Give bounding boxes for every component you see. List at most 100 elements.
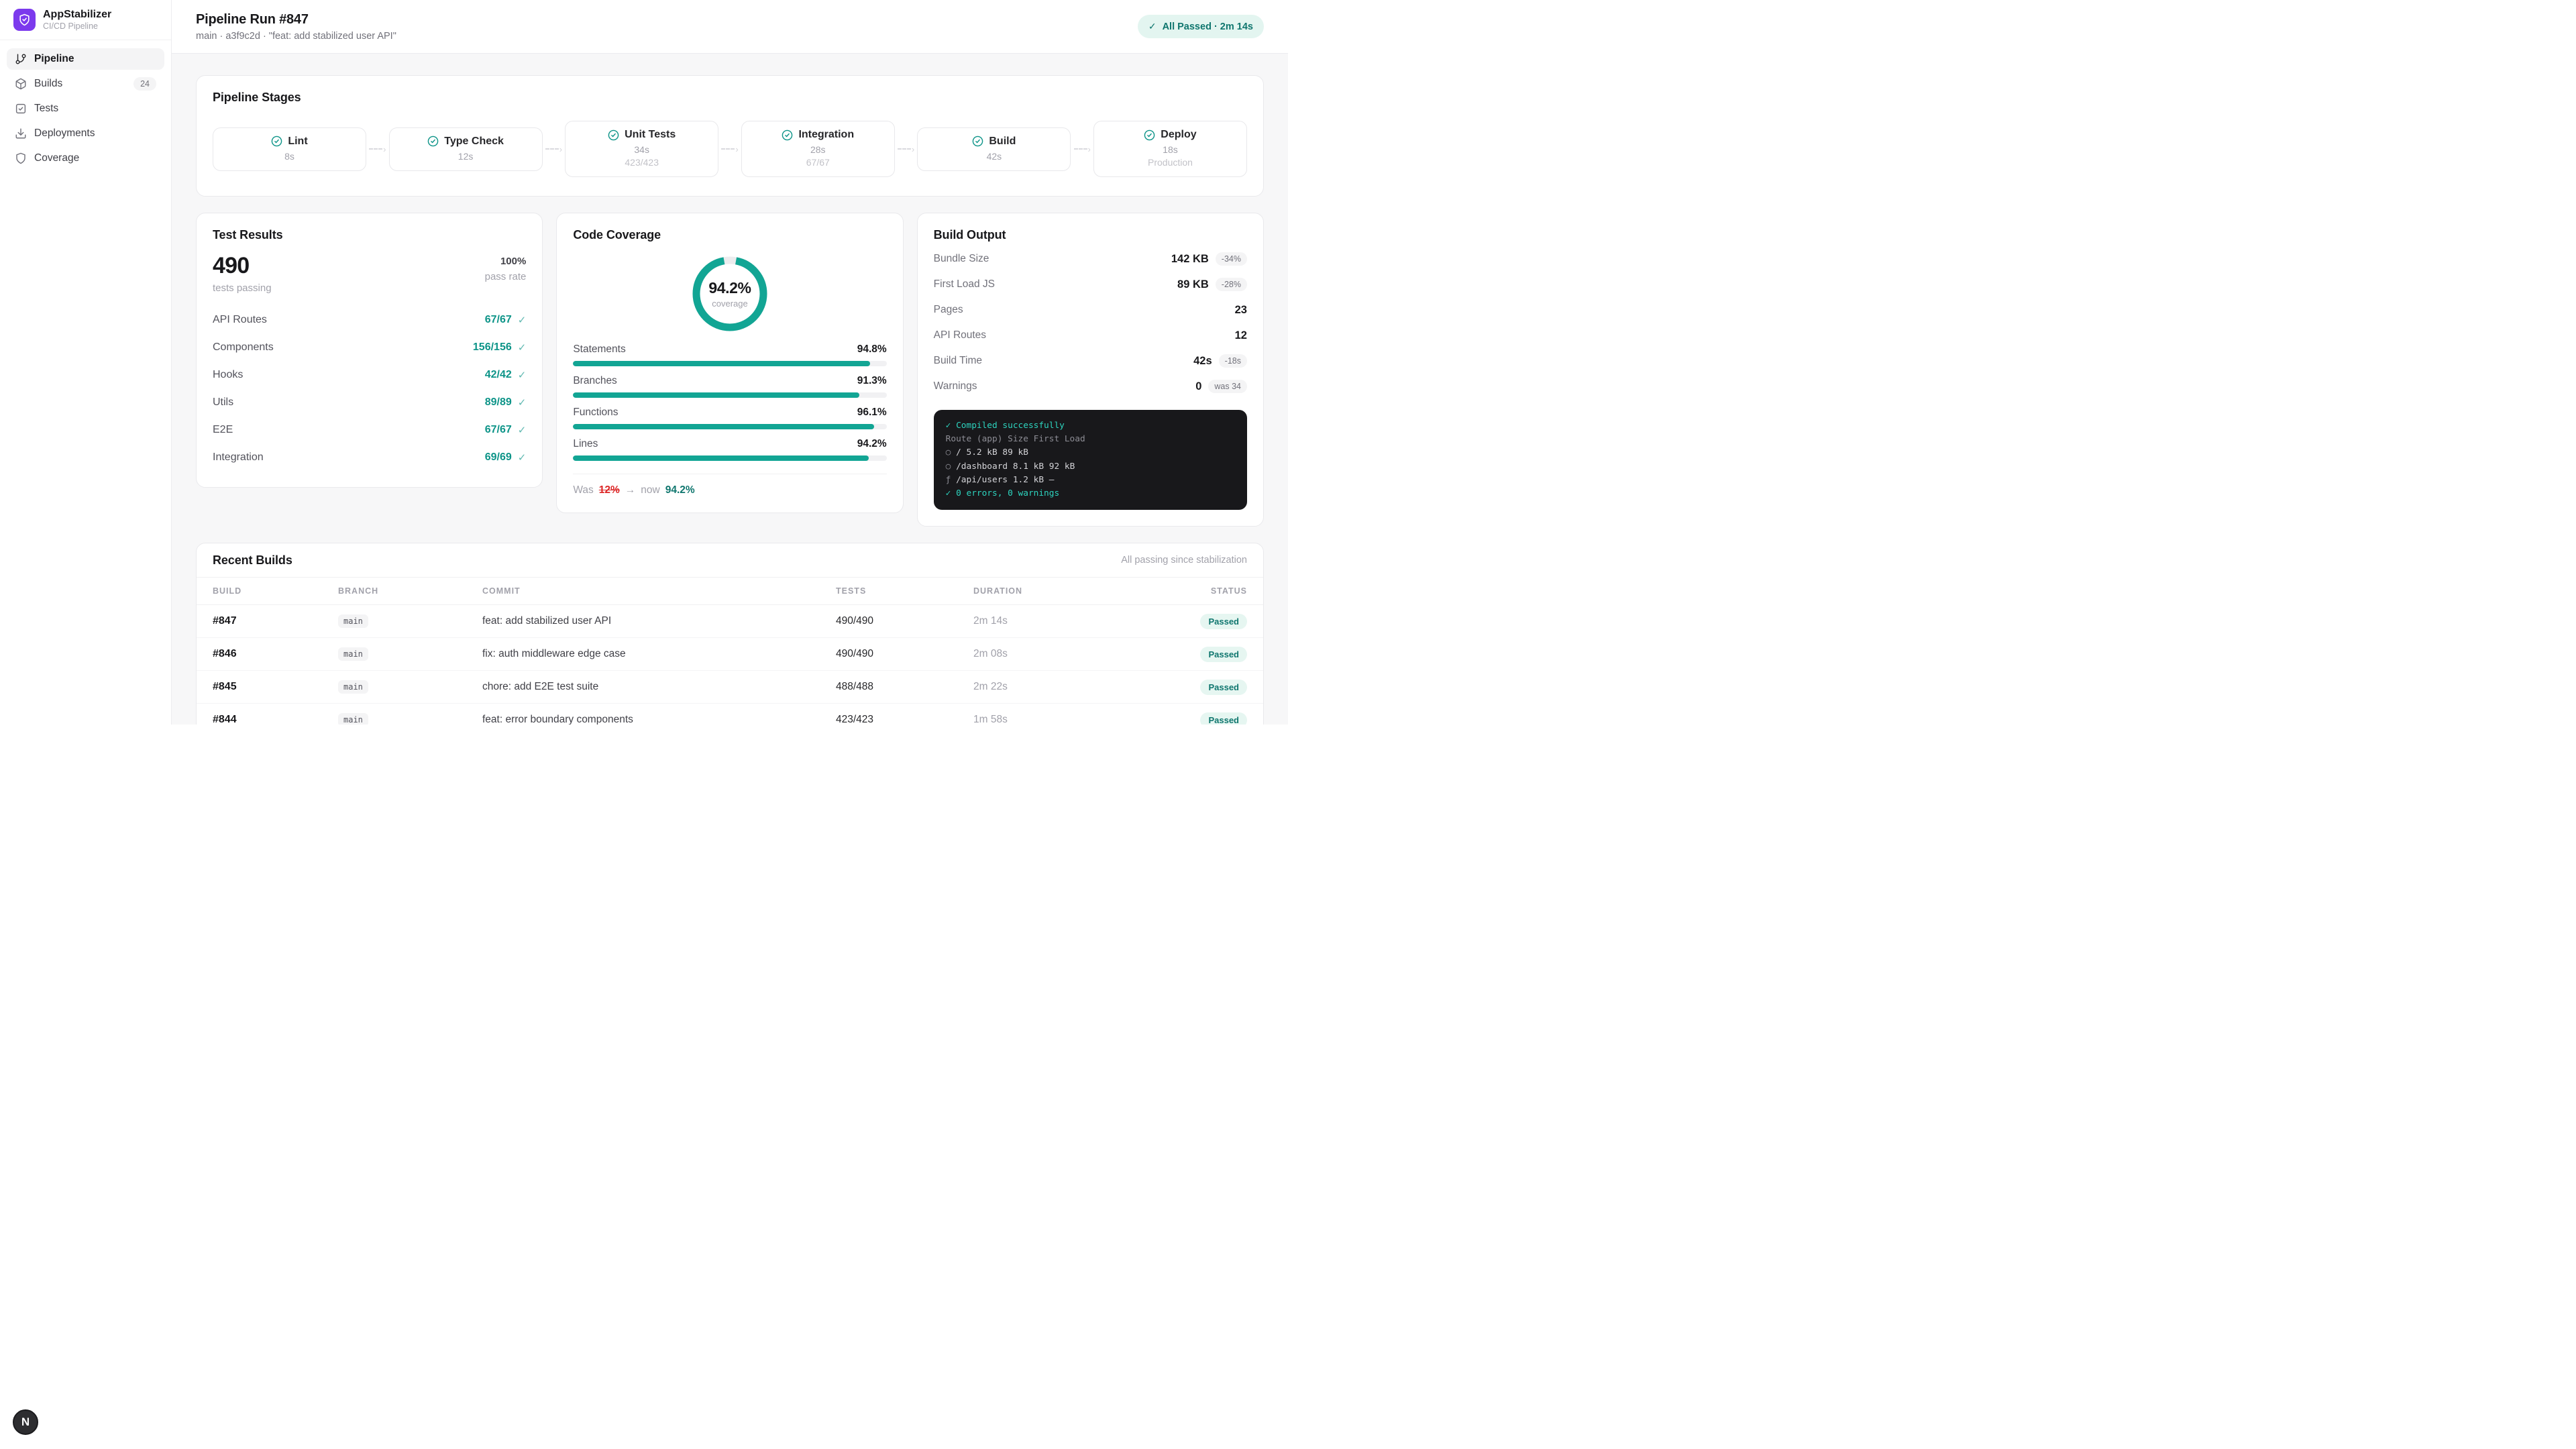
build-metric-value: 23 — [1235, 304, 1247, 317]
status-passed-badge: Passed — [1200, 712, 1247, 724]
tests-count: 490/490 — [836, 615, 973, 627]
framework-n-logo-button[interactable]: N — [13, 1409, 38, 1435]
coverage-trend: Was 12% → now 94.2% — [573, 474, 886, 496]
check-circle-icon — [782, 129, 793, 141]
arrow-right-icon: → — [625, 484, 636, 496]
stage-name: Integration — [798, 129, 854, 141]
coverage-bar-label: Branches — [573, 375, 616, 387]
coverage-bar-fill — [573, 424, 874, 429]
tests-count: 490/490 — [836, 648, 973, 660]
check-icon: ✓ — [518, 396, 527, 409]
coverage-bar-fill — [573, 392, 859, 398]
coverage-bar-label: Functions — [573, 407, 618, 419]
coverage-center-label: coverage — [712, 299, 747, 309]
build-duration: 2m 14s — [973, 615, 1155, 627]
col-commit: COMMIT — [482, 586, 836, 596]
check-icon: ✓ — [1148, 21, 1157, 32]
sidebar-item-pipeline[interactable]: Pipeline — [7, 48, 164, 70]
build-output-row: API Routes 12 — [934, 323, 1247, 348]
test-suite-value: 156/156 — [473, 341, 512, 354]
pipeline-stage-card[interactable]: Unit Tests 34s 423/423 — [565, 121, 718, 177]
build-id: #846 — [213, 648, 338, 660]
test-suite-label: Components — [213, 341, 274, 354]
terminal-line: ○ /dashboard 8.1 kB 92 kB — [946, 460, 1235, 474]
terminal-line-text: / 5.2 kB 89 kB — [956, 447, 1028, 458]
pipeline-stage-card[interactable]: Integration 28s 67/67 — [741, 121, 895, 177]
was-label: Was — [573, 484, 593, 496]
build-metric-badge: was 34 — [1208, 380, 1247, 393]
code-coverage-card: Code Coverage 94.2% coverage S — [556, 213, 903, 513]
download-icon — [15, 127, 27, 140]
stage-connector: › — [366, 145, 389, 154]
sidebar-item-tests[interactable]: Tests — [7, 98, 164, 119]
pipeline-stage-card[interactable]: Lint 8s — [213, 127, 366, 171]
build-output-title: Build Output — [934, 228, 1247, 242]
sidebar-item-builds[interactable]: Builds 24 — [7, 73, 164, 95]
pipeline-stages-title: Pipeline Stages — [213, 91, 1247, 105]
was-value: 12% — [599, 484, 620, 496]
stage-detail: 67/67 — [806, 157, 830, 168]
page-title: Pipeline Run #847 — [196, 12, 396, 28]
build-output-row: Bundle Size 142 KB -34% — [934, 246, 1247, 272]
test-suite-label: Integration — [213, 451, 264, 464]
table-row[interactable]: #846 main fix: auth middleware edge case… — [197, 638, 1263, 671]
check-circle-icon — [608, 129, 619, 141]
sidebar-item-label: Deployments — [34, 127, 95, 140]
pass-rate-value: 100% — [485, 256, 527, 267]
content: Pipeline Stages Lint 8s › Type Check 12s — [172, 54, 1288, 724]
pipeline-stage-card[interactable]: Build 42s — [917, 127, 1071, 171]
build-id: #847 — [213, 615, 338, 627]
sidebar-item-label: Coverage — [34, 152, 79, 164]
table-row[interactable]: #845 main chore: add E2E test suite 488/… — [197, 671, 1263, 704]
stage-name: Deploy — [1161, 129, 1196, 141]
stage-duration: 18s — [1163, 144, 1178, 155]
sidebar-item-deployments[interactable]: Deployments — [7, 123, 164, 144]
stage-duration: 34s — [634, 144, 649, 155]
status-passed-badge: Passed — [1200, 647, 1247, 662]
recent-builds-title: Recent Builds — [213, 553, 292, 568]
table-row[interactable]: #847 main feat: add stabilized user API … — [197, 605, 1263, 638]
check-icon: ✓ — [518, 451, 527, 464]
pipeline-stage-card[interactable]: Deploy 18s Production — [1093, 121, 1247, 177]
commit-message: chore: add E2E test suite — [482, 681, 836, 693]
coverage-bar-track — [573, 392, 886, 398]
pipeline-stage-card[interactable]: Type Check 12s — [389, 127, 543, 171]
app-brand: AppStabilizer CI/CD Pipeline — [0, 0, 171, 40]
stage-duration: 12s — [458, 151, 474, 162]
col-tests: TESTS — [836, 586, 973, 596]
status-badge-label: All Passed · 2m 14s — [1163, 21, 1253, 32]
coverage-bar-track — [573, 424, 886, 429]
check-icon: ✓ — [518, 424, 527, 436]
test-suite-value: 42/42 — [485, 369, 512, 381]
build-output-row: Pages 23 — [934, 297, 1247, 323]
coverage-bar-row: Statements 94.8% — [573, 343, 886, 366]
commit-message: fix: auth middleware edge case — [482, 648, 836, 660]
stage-name: Build — [989, 136, 1016, 148]
build-id: #845 — [213, 681, 338, 693]
build-metric-value: 0 — [1195, 380, 1201, 393]
package-icon — [15, 78, 27, 90]
stage-name: Type Check — [444, 136, 504, 148]
topbar: Pipeline Run #847 main · a3f9c2d · "feat… — [172, 0, 1288, 54]
test-results-list: API Routes 67/67✓ Components 156/156✓ Ho… — [213, 306, 526, 471]
builds-table-body: #847 main feat: add stabilized user API … — [197, 605, 1263, 724]
build-metric-badge: -34% — [1216, 252, 1247, 266]
terminal-line-text: Route (app) Size First Load — [946, 434, 1085, 444]
git-branch-icon — [15, 53, 27, 65]
branch-pill: main — [338, 614, 368, 628]
table-row[interactable]: #844 main feat: error boundary component… — [197, 704, 1263, 724]
coverage-bar-value: 94.8% — [857, 343, 887, 356]
col-status: STATUS — [1155, 586, 1247, 596]
sidebar-item-coverage[interactable]: Coverage — [7, 148, 164, 169]
coverage-bar-value: 94.2% — [857, 438, 887, 450]
test-suite-value: 69/69 — [485, 451, 512, 464]
main-area: Pipeline Run #847 main · a3f9c2d · "feat… — [172, 0, 1288, 724]
build-duration: 1m 58s — [973, 714, 1155, 724]
recent-builds-card: Recent Builds All passing since stabiliz… — [196, 543, 1264, 724]
stages-row: Lint 8s › Type Check 12s › Unit Tests — [213, 121, 1247, 177]
build-metric-value: 89 KB — [1177, 278, 1209, 291]
build-duration: 2m 22s — [973, 681, 1155, 693]
sidebar-item-badge: 24 — [133, 77, 156, 91]
sidebar: AppStabilizer CI/CD Pipeline Pipeline Bu… — [0, 0, 172, 724]
test-suite-label: E2E — [213, 424, 233, 436]
